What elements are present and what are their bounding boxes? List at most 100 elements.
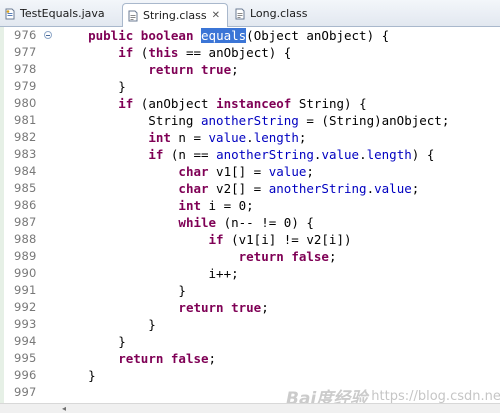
code-line[interactable]: 995 return false; — [0, 350, 500, 367]
tab-testequals-java[interactable]: TestEquals.java — [0, 2, 117, 26]
scroll-left-arrow-icon[interactable]: ◂ — [62, 405, 66, 413]
fold-collapse-icon[interactable] — [44, 31, 52, 39]
text-token: . — [246, 130, 254, 145]
code-line[interactable]: 996 } — [0, 367, 500, 384]
code-line[interactable]: 981 String anotherString = (String)anObj… — [0, 112, 500, 129]
watermark-url: https://blog.csdn.net/u011992 — [371, 389, 500, 404]
code-text: return true; — [58, 61, 238, 78]
code-line[interactable]: 977 if (this == anObject) { — [0, 44, 500, 61]
line-number: 996 — [14, 368, 37, 382]
code-text: return true; — [58, 299, 269, 316]
keyword-token: int — [178, 198, 201, 213]
text-token: ; — [306, 164, 314, 179]
horizontal-scrollbar[interactable]: ◂ — [0, 403, 500, 413]
code-line[interactable]: 976 public boolean equals(Object anObjec… — [0, 27, 500, 44]
keyword-token: boolean — [140, 28, 194, 43]
text-token: } — [58, 368, 96, 383]
code-line[interactable]: 987 while (n-- != 0) { — [0, 214, 500, 231]
line-number: 983 — [14, 147, 37, 161]
keyword-token: if — [118, 45, 134, 60]
selected-token: equals — [201, 28, 247, 43]
line-number: 984 — [14, 164, 37, 178]
class-file-icon — [235, 8, 245, 20]
line-number: 977 — [14, 45, 37, 59]
code-line[interactable]: 985 char v2[] = anotherString.value; — [0, 180, 500, 197]
code-text: if (v1[i] != v2[i]) — [58, 231, 352, 248]
keyword-token: instanceof — [216, 96, 292, 111]
field-token: value — [321, 147, 360, 162]
field-token: anotherString — [216, 147, 314, 162]
code-line[interactable]: 990 i++; — [0, 265, 500, 282]
code-text: public boolean equals(Object anObject) { — [58, 27, 389, 44]
code-text: } — [58, 78, 126, 95]
keyword-token: return — [238, 249, 284, 264]
code-text: char v2[] = anotherString.value; — [58, 180, 419, 197]
code-line[interactable]: 982 int n = value.length; — [0, 129, 500, 146]
code-line[interactable]: 993 } — [0, 316, 500, 333]
close-icon[interactable]: ✕ — [212, 10, 220, 21]
keyword-token: int — [148, 130, 171, 145]
code-line[interactable]: 992 return true; — [0, 299, 500, 316]
line-number: 989 — [14, 249, 37, 263]
line-number: 997 — [14, 385, 37, 399]
keyword-token: char — [178, 181, 209, 196]
text-token: } — [58, 317, 156, 332]
tab-long-class[interactable]: Long.class — [230, 2, 315, 26]
code-text: } — [58, 333, 126, 350]
editor-tab-bar: TestEquals.java String.class ✕ Long.clas… — [0, 0, 500, 27]
tab-label: TestEquals.java — [20, 7, 105, 20]
code-editor[interactable]: 976 public boolean equals(Object anObjec… — [0, 27, 500, 403]
tab-string-class[interactable]: String.class ✕ — [122, 3, 228, 27]
field-token: value — [208, 130, 247, 145]
code-line[interactable]: 991 } — [0, 282, 500, 299]
code-line[interactable]: 994 } — [0, 333, 500, 350]
text-token: ; — [261, 300, 269, 315]
text-token: ; — [328, 249, 337, 264]
keyword-token: if — [148, 147, 164, 162]
text-token: (n == — [163, 147, 217, 162]
line-number: 991 — [14, 283, 37, 297]
line-number: 995 — [14, 351, 37, 365]
text-token: == anObject) { — [178, 45, 292, 60]
code-text: } — [58, 316, 156, 333]
field-token: anotherString — [201, 113, 299, 128]
code-line[interactable]: 979 } — [0, 78, 500, 95]
text-token: i = 0; — [201, 198, 254, 213]
code-line[interactable]: 986 int i = 0; — [0, 197, 500, 214]
text-token: (anObject — [133, 96, 217, 111]
java-file-icon — [5, 8, 15, 20]
text-token: } — [58, 283, 186, 298]
line-number: 979 — [14, 79, 37, 93]
text-token: ) { — [411, 147, 435, 162]
code-text: char v1[] = value; — [58, 163, 314, 180]
code-text: int n = value.length; — [58, 129, 306, 146]
code-text: while (n-- != 0) { — [58, 214, 313, 231]
code-line[interactable]: 988 if (v1[i] != v2[i]) — [0, 231, 500, 248]
keyword-token: while — [178, 215, 217, 230]
text-token: i++; — [58, 266, 239, 281]
code-line[interactable]: 980 if (anObject instanceof String) { — [0, 95, 500, 112]
code-text: } — [58, 367, 96, 384]
text-token: . — [366, 181, 375, 196]
code-line[interactable]: 989 return false; — [0, 248, 500, 265]
text-token: = (String)anObject; — [298, 113, 450, 128]
text-token: } — [58, 79, 126, 94]
line-number: 994 — [14, 334, 37, 348]
keyword-token: true — [201, 62, 232, 77]
text-token: ; — [411, 181, 420, 196]
code-line[interactable]: 978 return true; — [0, 61, 500, 78]
text-token: v1[] = — [208, 164, 269, 179]
tab-label: Long.class — [250, 7, 308, 20]
line-number: 976 — [14, 28, 37, 42]
code-line[interactable]: 983 if (n == anotherString.value.length)… — [0, 146, 500, 163]
code-line[interactable]: 984 char v1[] = value; — [0, 163, 500, 180]
line-number: 985 — [14, 181, 37, 195]
